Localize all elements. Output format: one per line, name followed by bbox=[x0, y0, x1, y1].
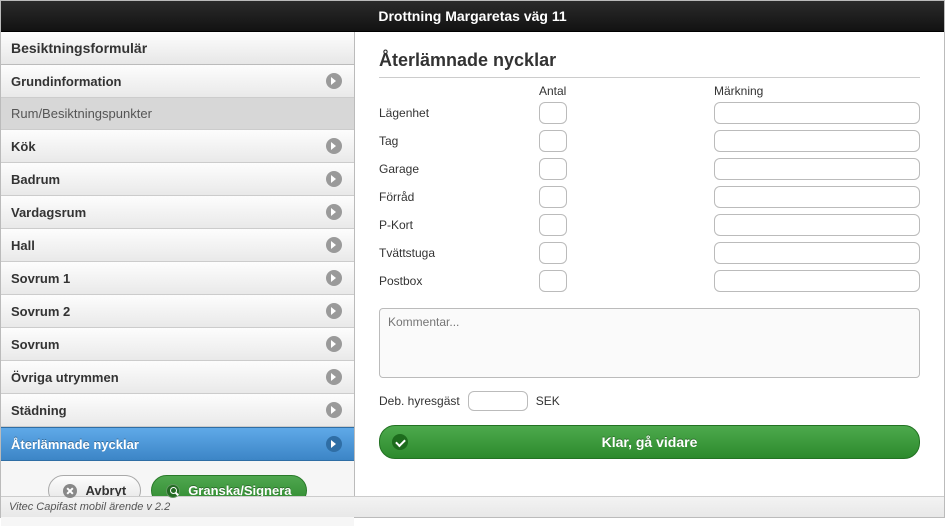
chevron-right-icon bbox=[326, 436, 342, 452]
chevron-right-icon bbox=[326, 336, 342, 352]
chevron-right-icon bbox=[326, 270, 342, 286]
markning-input[interactable] bbox=[714, 158, 920, 180]
comment-textarea[interactable] bbox=[379, 308, 920, 378]
sidebar-item[interactable]: Grundinformation bbox=[1, 65, 354, 98]
key-row-label: Förråd bbox=[379, 190, 539, 204]
antal-input[interactable] bbox=[539, 214, 567, 236]
chevron-right-icon bbox=[326, 138, 342, 154]
debit-input[interactable] bbox=[468, 391, 528, 411]
sidebar-item-label: Sovrum 2 bbox=[11, 304, 70, 319]
sidebar-item[interactable]: Rum/Besiktningspunkter bbox=[1, 98, 354, 130]
antal-input[interactable] bbox=[539, 130, 567, 152]
debit-row: Deb. hyresgäst SEK bbox=[379, 391, 920, 411]
key-row: Förråd bbox=[379, 186, 920, 208]
key-row-label: Tag bbox=[379, 134, 539, 148]
search-icon bbox=[166, 484, 180, 498]
markning-input[interactable] bbox=[714, 130, 920, 152]
col-header-markning: Märkning bbox=[714, 84, 920, 98]
key-row: Postbox bbox=[379, 270, 920, 292]
debit-label: Deb. hyresgäst bbox=[379, 394, 460, 408]
column-headers: Antal Märkning bbox=[379, 84, 920, 98]
antal-input[interactable] bbox=[539, 270, 567, 292]
key-row-label: Garage bbox=[379, 162, 539, 176]
chevron-right-icon bbox=[326, 402, 342, 418]
footer: Vitec Capifast mobil ärende v 2.2 bbox=[1, 496, 944, 517]
chevron-right-icon bbox=[326, 237, 342, 253]
antal-input[interactable] bbox=[539, 102, 567, 124]
key-row: Lägenhet bbox=[379, 102, 920, 124]
sidebar-item-label: Övriga utrymmen bbox=[11, 370, 119, 385]
sidebar-item-label: Återlämnade nycklar bbox=[11, 437, 139, 452]
key-row: Garage bbox=[379, 158, 920, 180]
page-header: Drottning Margaretas väg 11 bbox=[1, 1, 944, 32]
sidebar-item[interactable]: Övriga utrymmen bbox=[1, 361, 354, 394]
key-row-label: Tvättstuga bbox=[379, 246, 539, 260]
sidebar-item[interactable]: Badrum bbox=[1, 163, 354, 196]
markning-input[interactable] bbox=[714, 186, 920, 208]
close-icon bbox=[63, 484, 77, 498]
sidebar-item-label: Grundinformation bbox=[11, 74, 122, 89]
sidebar-item[interactable]: Återlämnade nycklar bbox=[1, 427, 354, 461]
check-icon bbox=[392, 434, 408, 450]
sidebar-title: Besiktningsformulär bbox=[1, 32, 354, 65]
col-header-antal: Antal bbox=[539, 84, 714, 98]
markning-input[interactable] bbox=[714, 242, 920, 264]
header-title: Drottning Margaretas väg 11 bbox=[378, 8, 566, 24]
main-panel: Återlämnade nycklar Antal Märkning Lägen… bbox=[355, 32, 944, 496]
proceed-button-label: Klar, gå vidare bbox=[602, 434, 698, 450]
key-row: Tag bbox=[379, 130, 920, 152]
debit-unit: SEK bbox=[536, 394, 560, 408]
sidebar-item-label: Sovrum bbox=[11, 337, 59, 352]
sidebar-item-label: Badrum bbox=[11, 172, 60, 187]
sidebar-item[interactable]: Städning bbox=[1, 394, 354, 427]
sidebar-item-label: Sovrum 1 bbox=[11, 271, 70, 286]
antal-input[interactable] bbox=[539, 242, 567, 264]
antal-input[interactable] bbox=[539, 158, 567, 180]
footer-text: Vitec Capifast mobil ärende v 2.2 bbox=[9, 501, 170, 513]
sidebar-item-label: Kök bbox=[11, 139, 36, 154]
divider bbox=[379, 77, 920, 78]
sidebar-item[interactable]: Kök bbox=[1, 130, 354, 163]
sidebar-item[interactable]: Sovrum 1 bbox=[1, 262, 354, 295]
markning-input[interactable] bbox=[714, 102, 920, 124]
sidebar-item[interactable]: Sovrum 2 bbox=[1, 295, 354, 328]
chevron-right-icon bbox=[326, 73, 342, 89]
key-row: Tvättstuga bbox=[379, 242, 920, 264]
sidebar: Besiktningsformulär Grundinformation Rum/… bbox=[1, 32, 355, 496]
chevron-right-icon bbox=[326, 369, 342, 385]
chevron-right-icon bbox=[326, 171, 342, 187]
key-row-label: Lägenhet bbox=[379, 106, 539, 120]
key-row: P-Kort bbox=[379, 214, 920, 236]
sidebar-item[interactable]: Hall bbox=[1, 229, 354, 262]
main-title: Återlämnade nycklar bbox=[379, 50, 920, 71]
markning-input[interactable] bbox=[714, 270, 920, 292]
sidebar-item-label: Hall bbox=[11, 238, 35, 253]
sidebar-item[interactable]: Sovrum bbox=[1, 328, 354, 361]
sidebar-item-label: Vardagsrum bbox=[11, 205, 86, 220]
sidebar-item-label: Rum/Besiktningspunkter bbox=[11, 106, 152, 121]
proceed-button[interactable]: Klar, gå vidare bbox=[379, 425, 920, 459]
antal-input[interactable] bbox=[539, 186, 567, 208]
markning-input[interactable] bbox=[714, 214, 920, 236]
chevron-right-icon bbox=[326, 204, 342, 220]
chevron-right-icon bbox=[326, 303, 342, 319]
key-row-label: Postbox bbox=[379, 274, 539, 288]
sidebar-item-label: Städning bbox=[11, 403, 67, 418]
key-row-label: P-Kort bbox=[379, 218, 539, 232]
sidebar-item[interactable]: Vardagsrum bbox=[1, 196, 354, 229]
